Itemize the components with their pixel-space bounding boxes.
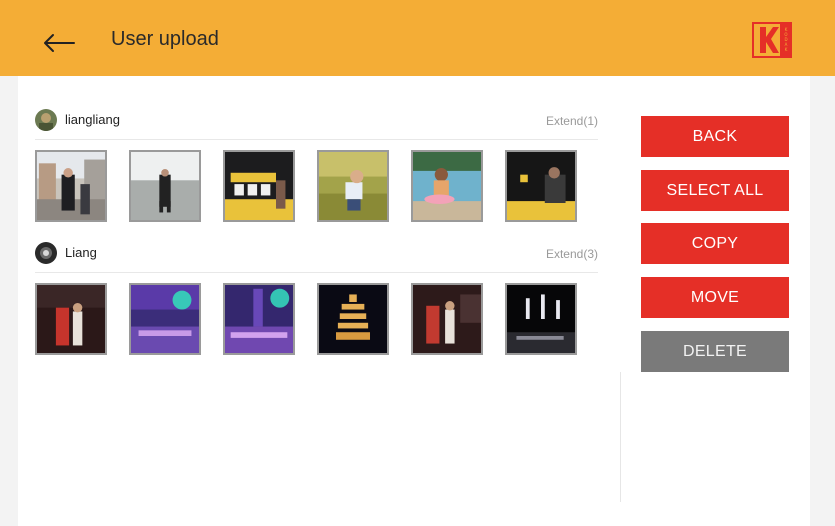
- extend-link[interactable]: Extend(3): [546, 247, 598, 261]
- photo-thumbnail[interactable]: [35, 283, 107, 355]
- user-section-header: liangliang Extend(1): [35, 109, 598, 135]
- kodak-logo: K O D A K: [752, 22, 792, 58]
- avatar: [35, 109, 57, 131]
- photo-thumbnail[interactable]: [223, 283, 295, 355]
- panel-divider: [620, 372, 621, 502]
- svg-text:K: K: [785, 47, 788, 52]
- photo-thumbnail[interactable]: [411, 150, 483, 222]
- username: liangliang: [65, 112, 120, 127]
- photo-thumbnail[interactable]: [317, 283, 389, 355]
- photo-thumbnail[interactable]: [505, 150, 577, 222]
- photo-thumbnail[interactable]: [505, 283, 577, 355]
- content-panel: liangliang Extend(1) Liang Extend(3) BAC…: [18, 76, 810, 526]
- photo-thumbnail[interactable]: [223, 150, 295, 222]
- select-all-button[interactable]: SELECT ALL: [641, 170, 789, 211]
- delete-button[interactable]: DELETE: [641, 331, 789, 372]
- photo-thumbnail[interactable]: [411, 283, 483, 355]
- extend-link[interactable]: Extend(1): [546, 114, 598, 128]
- photo-thumbnail[interactable]: [129, 150, 201, 222]
- app-header: User upload K O D A K: [0, 0, 835, 76]
- divider: [35, 272, 598, 273]
- copy-button[interactable]: COPY: [641, 223, 789, 264]
- user-section-header: Liang Extend(3): [35, 242, 598, 268]
- back-button[interactable]: BACK: [641, 116, 789, 157]
- back-arrow-icon[interactable]: [40, 26, 80, 54]
- divider: [35, 139, 598, 140]
- photo-thumbnail[interactable]: [35, 150, 107, 222]
- page-title: User upload: [111, 28, 219, 50]
- photo-thumbnail[interactable]: [129, 283, 201, 355]
- photo-thumbnail[interactable]: [317, 150, 389, 222]
- avatar: [35, 242, 57, 264]
- photo-list: liangliang Extend(1) Liang Extend(3): [18, 76, 620, 526]
- move-button[interactable]: MOVE: [641, 277, 789, 318]
- username: Liang: [65, 245, 97, 260]
